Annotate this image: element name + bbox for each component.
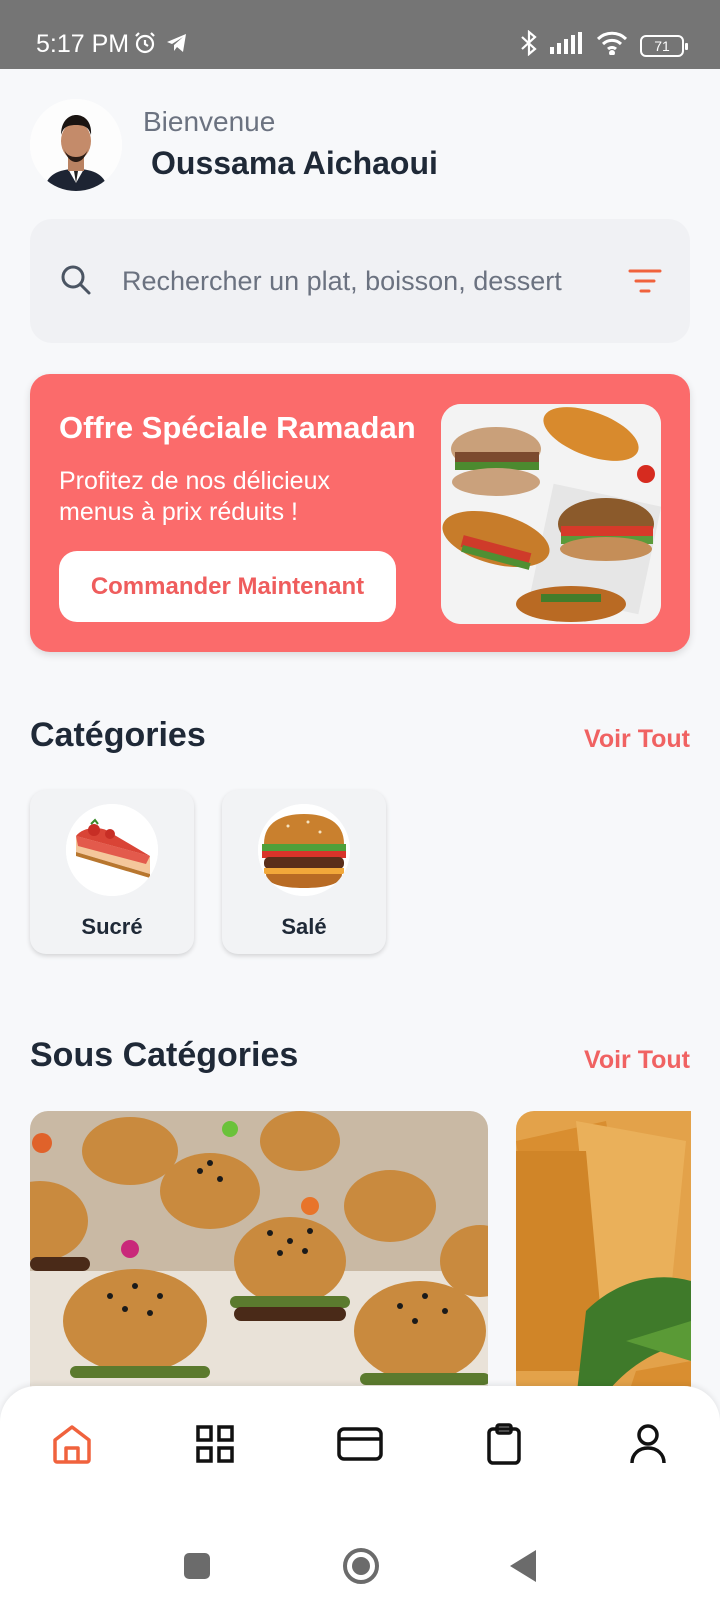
nav-home[interactable] (42, 1416, 102, 1476)
search-icon (60, 264, 92, 301)
categories-see-all-link[interactable]: Voir Tout (584, 725, 690, 754)
burger-image (258, 804, 350, 896)
promo-text: Profitez de nos délicieux menus à prix r… (59, 467, 330, 526)
avatar[interactable] (30, 99, 122, 191)
back-icon[interactable] (508, 1548, 538, 1589)
sub-categories-see-all-link[interactable]: Voir Tout (584, 1046, 690, 1075)
promo-banner: Offre Spéciale Ramadan Profitez de nos d… (30, 374, 690, 652)
greeting-text: Bienvenue (143, 106, 276, 137)
search-bar[interactable] (30, 219, 690, 343)
category-label-sweet: Sucré (81, 914, 143, 939)
nav-profile[interactable] (618, 1416, 678, 1476)
nav-payment[interactable] (330, 1416, 390, 1476)
category-label-savory: Salé (281, 914, 327, 939)
nav-orders[interactable] (474, 1416, 534, 1476)
clipboard-icon (486, 1422, 522, 1470)
sub-category-card-bourek[interactable] (516, 1111, 691, 1401)
order-now-button[interactable]: Commander Maintenant (59, 551, 396, 622)
telegram-icon (165, 31, 189, 60)
alarm-icon (133, 31, 157, 60)
promo-title: Offre Spéciale Ramadan (59, 410, 416, 445)
signal-icon (550, 32, 584, 59)
category-card-savory[interactable]: Salé (222, 790, 386, 954)
category-card-sweet[interactable]: Sucré (30, 790, 194, 954)
pie-slice-image (66, 804, 158, 896)
sub-categories-title: Sous Catégories (30, 1036, 299, 1074)
home-icon (51, 1423, 93, 1470)
wifi-icon (596, 31, 628, 60)
grid-icon (195, 1424, 235, 1469)
nav-categories[interactable] (185, 1416, 245, 1476)
recents-icon[interactable] (182, 1551, 212, 1586)
home-circle-icon[interactable] (342, 1547, 380, 1590)
battery-icon: 71 (640, 34, 688, 57)
user-icon (629, 1423, 667, 1470)
search-input[interactable] (122, 255, 592, 307)
filter-icon[interactable] (628, 268, 662, 299)
promo-food-image (441, 404, 661, 624)
sub-category-card-mini-burgers[interactable] (30, 1111, 488, 1401)
bottom-navigation (0, 1386, 720, 1600)
card-icon (337, 1426, 383, 1466)
status-time: 5:17 PM (36, 30, 130, 58)
user-name: Oussama Aichaoui (151, 145, 438, 181)
status-bar: 5:17 PM 71 (0, 0, 720, 69)
bluetooth-icon (520, 29, 538, 61)
categories-title: Catégories (30, 716, 206, 754)
